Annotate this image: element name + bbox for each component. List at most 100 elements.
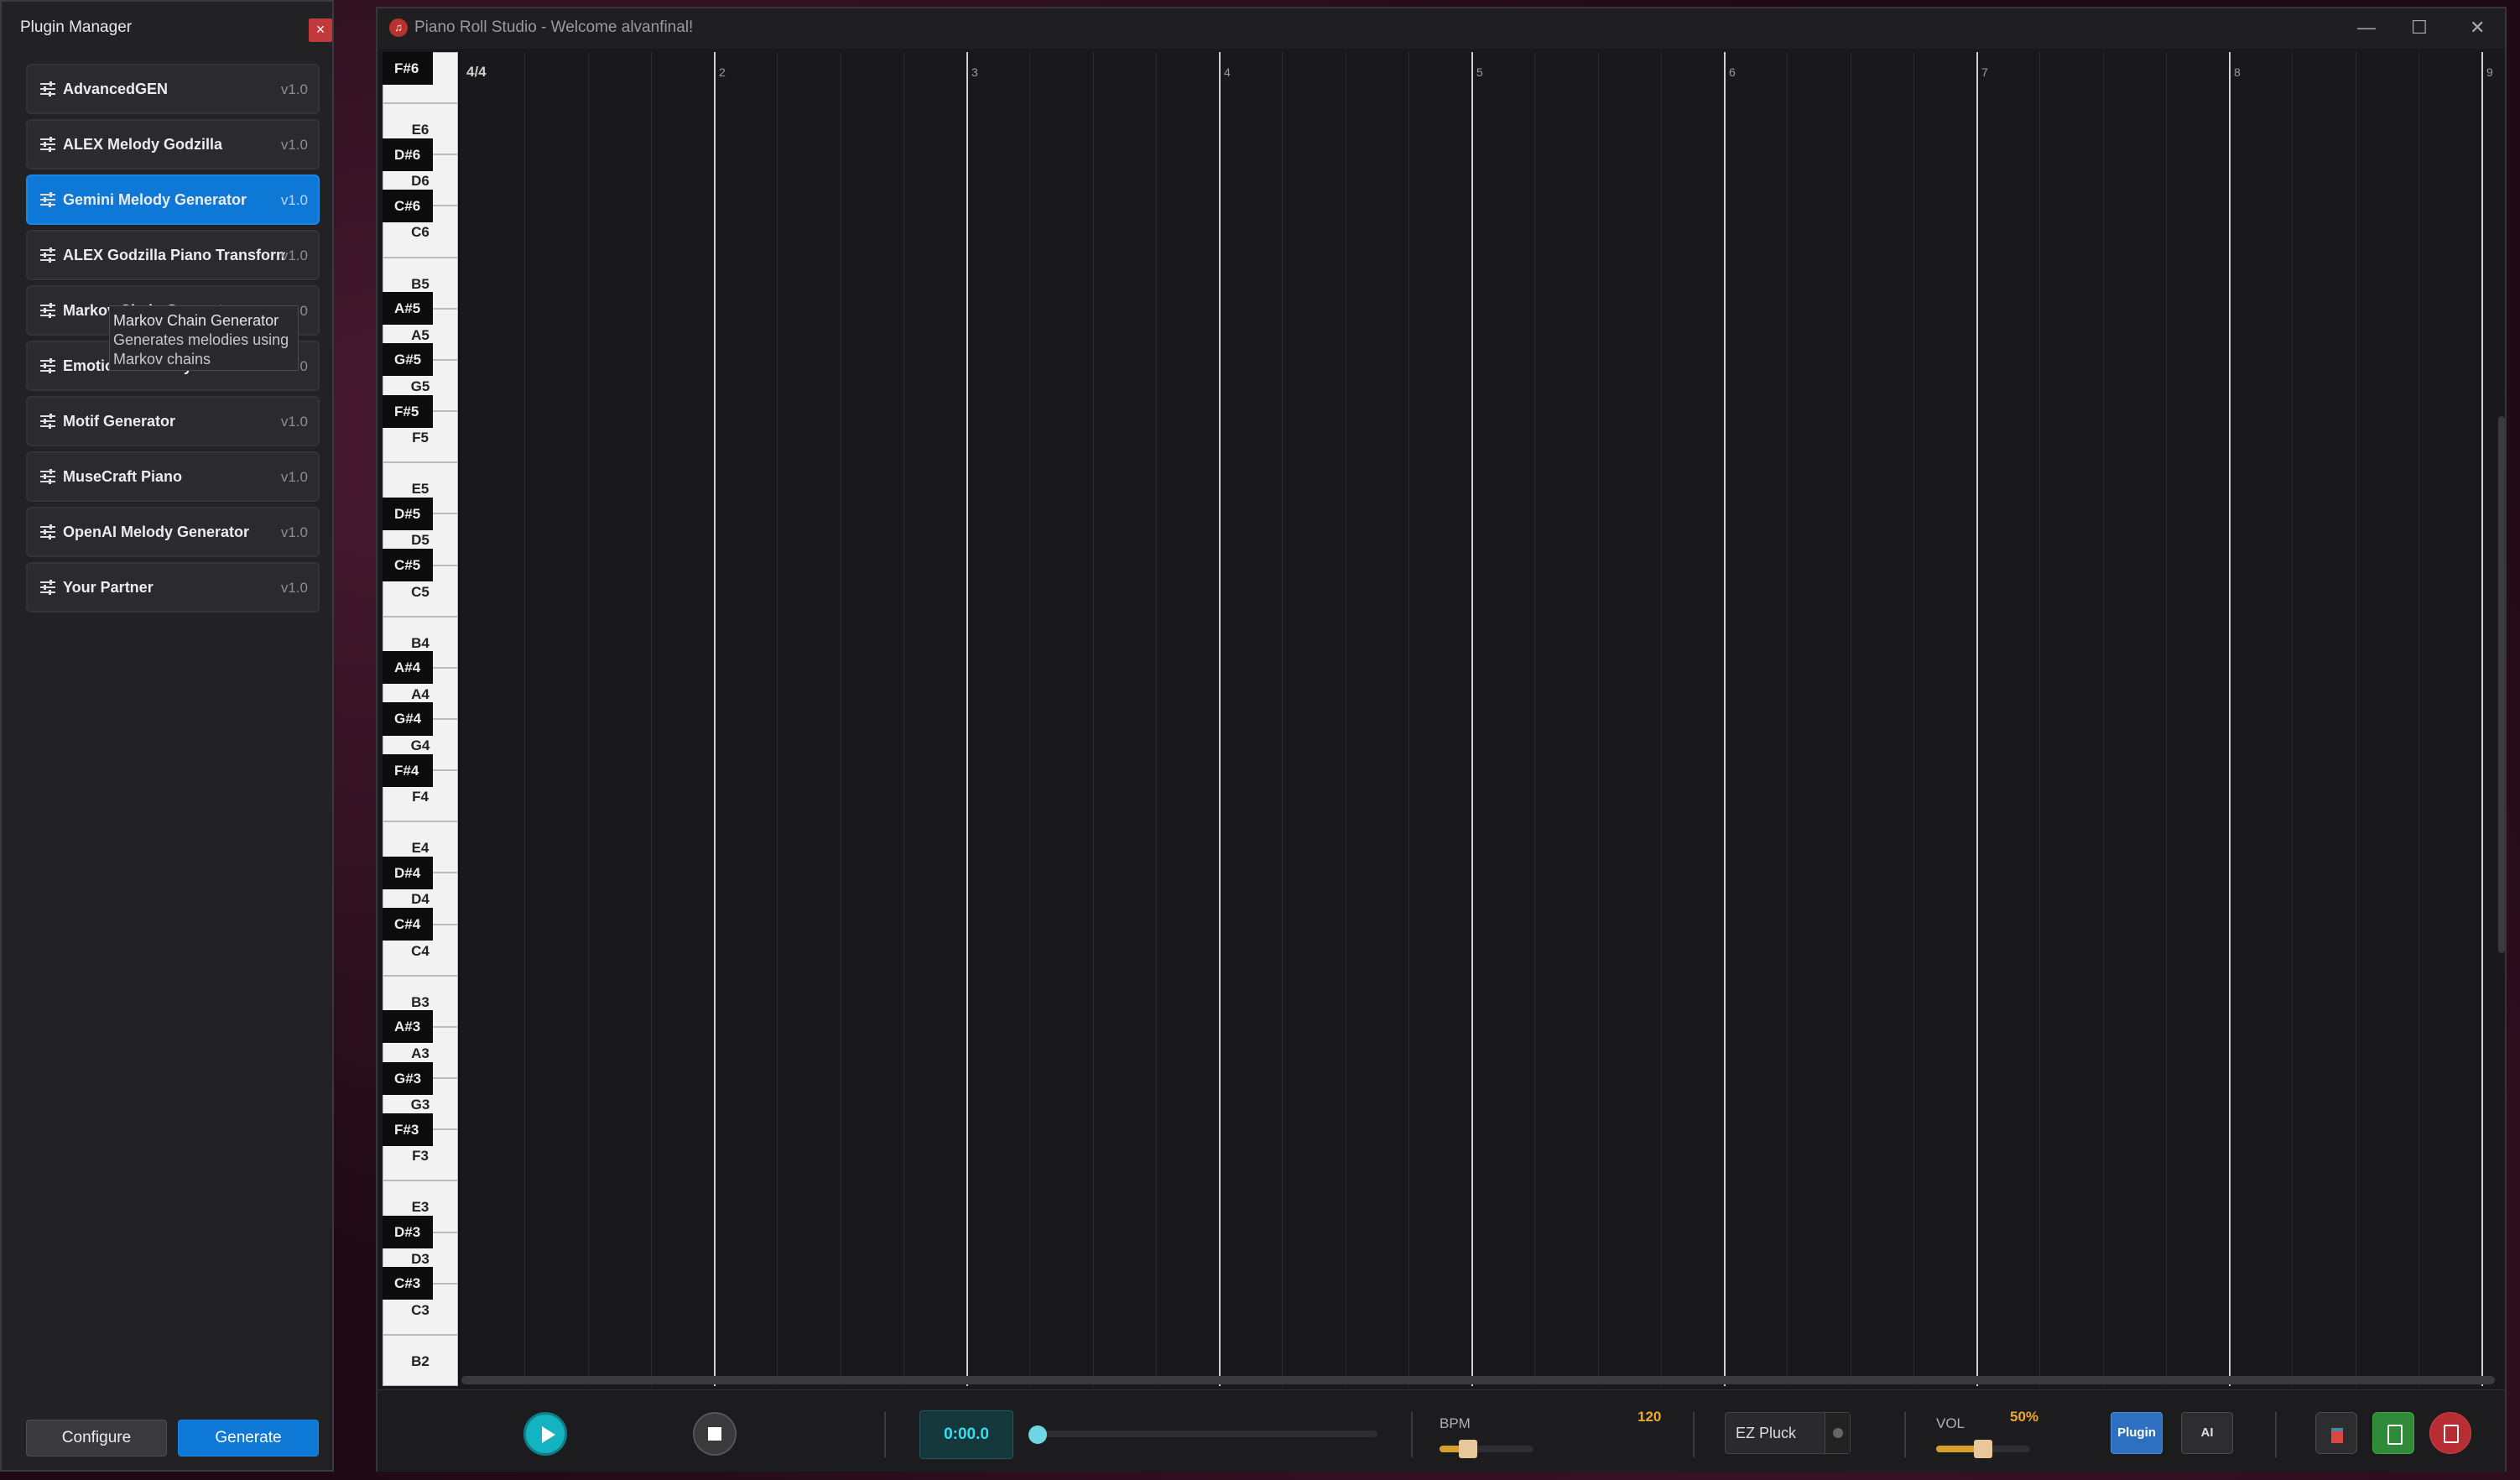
plugin-item[interactable]: ALEX Melody Godzilla v1.0	[26, 119, 320, 169]
generate-button[interactable]: Generate	[178, 1420, 319, 1457]
plugin-name: Your Partner	[63, 579, 154, 596]
ai-button[interactable]: AI	[2181, 1412, 2233, 1454]
beat-line	[1534, 52, 1536, 1386]
configure-button[interactable]: Configure	[26, 1420, 167, 1457]
sliders-icon	[40, 524, 55, 539]
beat-line	[2039, 52, 2041, 1386]
piano-key[interactable]: D#3	[383, 1215, 433, 1249]
bar-line	[1976, 52, 1978, 1386]
plugin-item[interactable]: OpenAI Melody Generator v1.0	[26, 507, 320, 557]
piano-key[interactable]: F#4	[383, 753, 433, 787]
plugin-manager-panel: Plugin Manager × AdvancedGEN v1.0 ALEX Mel…	[0, 0, 334, 1472]
bpm-slider-knob[interactable]	[1458, 1440, 1477, 1458]
bpm-label: BPM	[1440, 1415, 1471, 1431]
sliders-icon	[40, 137, 55, 152]
piano-key[interactable]: C#6	[383, 189, 433, 223]
bpm-slider[interactable]	[1440, 1440, 1533, 1458]
bar-number: 8	[2234, 65, 2241, 79]
plugin-item[interactable]: ALEX Godzilla Piano Transform v1.0	[26, 230, 320, 280]
piano-key[interactable]: C#5	[383, 548, 433, 582]
export-midi-icon[interactable]	[2315, 1412, 2357, 1454]
bar-line	[1219, 52, 1221, 1386]
plugin-item[interactable]: AdvancedGEN v1.0	[26, 64, 320, 114]
tooltip-line-2: Markov chains	[113, 351, 211, 367]
plugin-version: v1.0	[280, 137, 308, 153]
plugin-item[interactable]: MuseCraft Piano v1.0	[26, 451, 320, 502]
plugin-item[interactable]: Gemini Melody Generator v1.0	[26, 175, 320, 225]
piano-key[interactable]: D#6	[383, 138, 433, 171]
new-file-icon[interactable]	[2372, 1412, 2414, 1454]
plugin-manager-title: Plugin Manager	[20, 18, 133, 36]
bpm-value: 120	[1637, 1409, 1662, 1425]
close-window-button[interactable]: ✕	[2470, 17, 2485, 39]
beat-line	[650, 52, 652, 1386]
beat-line	[903, 52, 904, 1386]
tooltip-title: Markov Chain Generator	[113, 312, 279, 329]
volume-slider-knob[interactable]	[1974, 1440, 1992, 1458]
app-logo-icon: ♫	[389, 18, 408, 37]
beat-line	[587, 52, 589, 1386]
instrument-dropdown-icon[interactable]	[1825, 1413, 1850, 1453]
bar-number: 4	[1224, 65, 1231, 79]
piano-roll-window: ♫ Piano Roll Studio - Welcome alvanfinal…	[376, 7, 2507, 1472]
plugin-version: v1.0	[280, 469, 308, 485]
plugin-version: v1.0	[280, 81, 308, 97]
sliders-icon	[40, 192, 55, 207]
piano-key[interactable]: G#5	[383, 343, 433, 377]
bar-line	[714, 52, 716, 1386]
playback-progress-slider[interactable]	[1028, 1425, 1377, 1444]
piano-key[interactable]: A#5	[383, 292, 433, 326]
plugin-name: ALEX Godzilla Piano Transform	[63, 247, 285, 263]
sliders-icon	[40, 469, 55, 484]
plugin-version: v1.0	[280, 248, 308, 263]
plugin-item[interactable]: Motif Generator v1.0	[26, 396, 320, 446]
plugin-manager-close-button[interactable]: ×	[309, 18, 332, 42]
piano-key[interactable]: A#3	[383, 1010, 433, 1044]
plugin-button[interactable]: Plugin	[2111, 1412, 2163, 1454]
plugin-name: AdvancedGEN	[63, 81, 169, 97]
play-button[interactable]	[523, 1412, 567, 1456]
time-display: 0:00.0	[919, 1410, 1013, 1459]
transport-bar: 0:00.0 BPM 120 EZ Pluck VOL 50% Plugin A…	[377, 1389, 2505, 1472]
volume-label: VOL	[1936, 1415, 1965, 1431]
sliders-icon	[40, 248, 55, 263]
piano-key[interactable]: A#4	[383, 651, 433, 685]
piano-key[interactable]: G#4	[383, 702, 433, 736]
separator	[1693, 1412, 1695, 1457]
volume-slider[interactable]	[1936, 1440, 2030, 1458]
separator	[1904, 1412, 1906, 1457]
maximize-button[interactable]: ☐	[2411, 17, 2428, 39]
beat-line	[2102, 52, 2104, 1386]
beat-line	[1155, 52, 1157, 1386]
piano-key[interactable]: F#3	[383, 1113, 433, 1146]
beat-line	[1913, 52, 1914, 1386]
plugin-name: MuseCraft Piano	[63, 468, 183, 485]
plugin-item[interactable]: Your Partner v1.0	[26, 562, 320, 612]
minimize-button[interactable]: —	[2357, 17, 2376, 39]
piano-key[interactable]: C#3	[383, 1267, 433, 1300]
note-grid[interactable]: 4/4 2 3 4 5 6 7 8 9	[461, 52, 2495, 1386]
bar-number: 7	[1981, 65, 1988, 79]
beat-line	[1787, 52, 1788, 1386]
piano-key[interactable]: D#4	[383, 856, 433, 890]
piano-key[interactable]: C#4	[383, 908, 433, 941]
piano-key[interactable]: B2	[383, 1334, 458, 1386]
stop-button[interactable]	[693, 1412, 737, 1456]
piano-key[interactable]: F#5	[383, 394, 433, 428]
plugin-version: v1.0	[280, 580, 308, 596]
sliders-icon	[40, 303, 55, 318]
piano-key[interactable]: D#5	[383, 497, 433, 530]
piano-key[interactable]: G#3	[383, 1061, 433, 1095]
beat-line	[1597, 52, 1599, 1386]
delete-icon[interactable]	[2429, 1412, 2471, 1454]
progress-knob[interactable]	[1028, 1425, 1047, 1444]
instrument-select[interactable]: EZ Pluck	[1725, 1412, 1851, 1454]
bar-line	[1724, 52, 1726, 1386]
bar-number: 9	[2486, 65, 2493, 79]
piano-key[interactable]: F#6	[383, 52, 433, 86]
window-title: Piano Roll Studio - Welcome alvanfinal!	[414, 18, 694, 36]
vertical-scrollbar[interactable]	[2498, 416, 2505, 953]
beat-line	[524, 52, 526, 1386]
bar-line	[1471, 52, 1473, 1386]
horizontal-scrollbar[interactable]	[461, 1376, 2495, 1384]
